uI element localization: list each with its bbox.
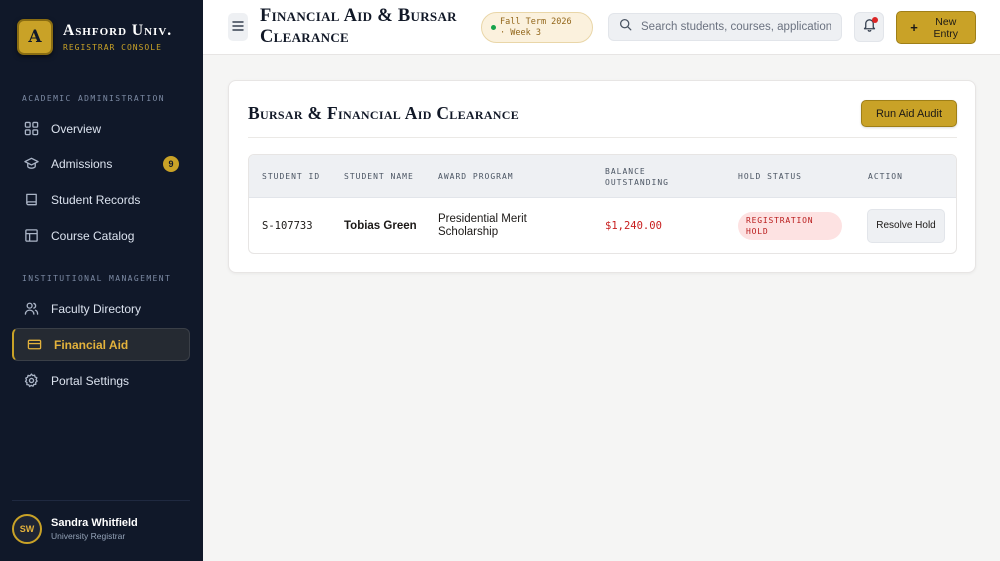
sidebar-item-label: Faculty Directory <box>51 301 142 316</box>
hold-status-cell: REGISTRATION HOLD <box>738 198 842 253</box>
clearance-card: Bursar & Financial Aid Clearance Run Aid… <box>228 80 976 273</box>
student-id-cell: S-107733 <box>262 220 313 232</box>
sidebar-item-label: Course Catalog <box>51 228 135 243</box>
sidebar: A Ashford Univ. REGISTRAR CONSOLE ACADEM… <box>0 0 203 561</box>
sidebar-item-overview[interactable]: Overview <box>12 112 190 145</box>
hamburger-icon <box>232 18 244 36</box>
sidebar-item-admissions[interactable]: Admissions 9 <box>12 147 190 180</box>
resolve-hold-button[interactable]: Resolve Hold <box>867 209 945 243</box>
page-title: Financial Aid & Bursar Clearance <box>260 6 457 47</box>
users-icon <box>24 301 39 316</box>
table-row: S-107733 Tobias Green Presidential Merit… <box>249 198 956 253</box>
column-header-hold-status: HOLD STATUS <box>738 172 802 181</box>
user-name: Sandra Whitfield <box>51 517 138 529</box>
user-role: University Registrar <box>51 531 126 541</box>
balance-cell: $1,240.00 <box>605 220 662 232</box>
sidebar-item-label: Portal Settings <box>51 373 130 388</box>
credit-card-icon <box>27 337 42 352</box>
search-box[interactable] <box>608 13 842 41</box>
admissions-count-badge: 9 <box>163 156 179 172</box>
top-header: Financial Aid & Bursar Clearance Fall Te… <box>203 0 1000 55</box>
graduation-cap-icon <box>24 156 39 171</box>
divider <box>248 137 957 138</box>
search-input[interactable] <box>641 21 831 33</box>
column-header-balance: BALANCE OUTSTANDING <box>605 166 669 187</box>
term-week: · Week 3 <box>500 27 541 38</box>
column-header-award-program: AWARD PROGRAM <box>438 172 514 181</box>
action-cell: Resolve Hold <box>867 198 945 253</box>
new-entry-button[interactable]: + New Entry <box>896 11 976 44</box>
brand-name: Ashford Univ. <box>63 22 173 39</box>
notification-dot <box>872 17 878 23</box>
status-dot-icon <box>491 25 496 30</box>
sidebar-item-financial-aid[interactable]: Financial Aid <box>12 328 190 361</box>
status-badge: REGISTRATION HOLD <box>738 212 842 240</box>
column-header-action: ACTION <box>868 172 903 181</box>
avatar: SW <box>12 514 42 544</box>
gear-icon <box>24 373 39 388</box>
card-title: Bursar & Financial Aid Clearance <box>248 103 520 123</box>
section-label-institutional: INSTITUTIONAL MANAGEMENT <box>22 274 172 283</box>
run-aid-audit-button[interactable]: Run Aid Audit <box>861 100 957 127</box>
sidebar-item-label: Student Records <box>51 192 141 207</box>
term-indicator: Fall Term 2026 · Week 3 <box>481 12 593 43</box>
clearance-table: STUDENT ID STUDENT NAME AWARD PROGRAM BA… <box>248 154 957 254</box>
book-icon <box>24 192 39 207</box>
user-profile[interactable]: SW Sandra Whitfield University Registrar <box>12 500 190 544</box>
sidebar-item-portal-settings[interactable]: Portal Settings <box>12 364 190 397</box>
grid-icon <box>24 121 39 136</box>
brand-logo: A <box>17 19 53 55</box>
plus-icon: + <box>910 20 918 35</box>
brand-subtitle: REGISTRAR CONSOLE <box>63 43 162 52</box>
notifications-button[interactable] <box>854 12 884 42</box>
sidebar-item-faculty-directory[interactable]: Faculty Directory <box>12 292 190 325</box>
sidebar-item-course-catalog[interactable]: Course Catalog <box>12 219 190 252</box>
column-header-student-id: STUDENT ID <box>262 172 321 181</box>
section-label-academic: ACADEMIC ADMINISTRATION <box>22 94 165 103</box>
column-header-student-name: STUDENT NAME <box>344 172 414 181</box>
sidebar-item-label: Admissions <box>51 156 113 171</box>
brand[interactable]: A Ashford Univ. REGISTRAR CONSOLE <box>17 19 172 55</box>
student-name-cell: Tobias Green <box>344 220 417 232</box>
term-name: Fall Term 2026 <box>500 16 572 27</box>
award-program-cell: Presidential Merit Scholarship <box>438 213 527 238</box>
sidebar-item-label: Financial Aid <box>54 337 129 352</box>
sidebar-item-label: Overview <box>51 121 102 136</box>
new-entry-label: New Entry <box>933 15 959 40</box>
table-header: STUDENT ID STUDENT NAME AWARD PROGRAM BA… <box>249 155 956 198</box>
sidebar-item-student-records[interactable]: Student Records <box>12 183 190 216</box>
search-icon <box>619 18 632 36</box>
layout-icon <box>24 228 39 243</box>
menu-toggle-button[interactable] <box>228 13 248 41</box>
